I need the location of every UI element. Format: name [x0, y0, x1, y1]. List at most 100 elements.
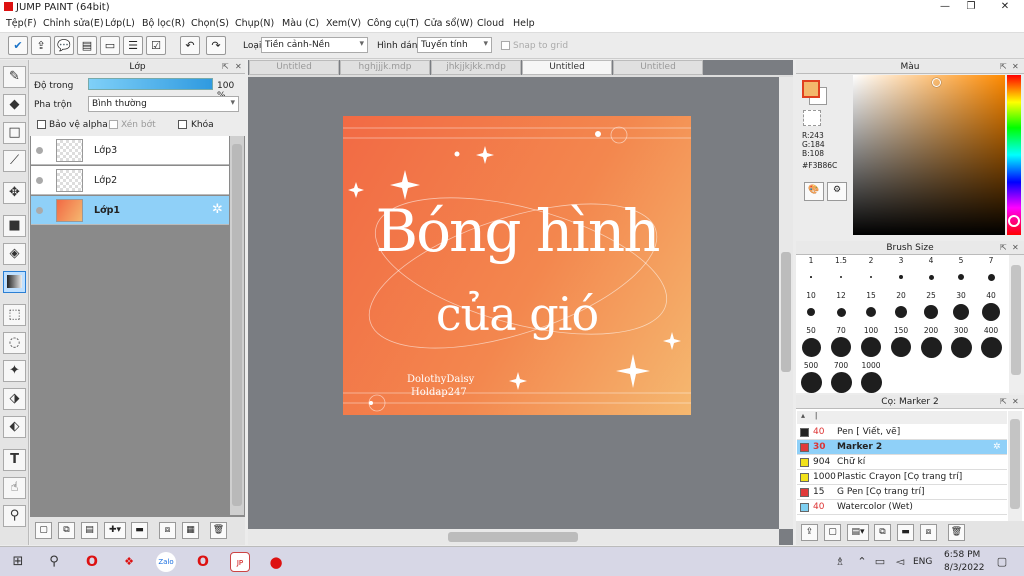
- undo-icon[interactable]: ↶: [180, 36, 200, 55]
- brush-size-grid[interactable]: 1 1.5 2 3 4 5 7 10 12 15 20 25 30 40 50 70 100 150 200 300 4…: [796, 255, 1008, 393]
- search-icon[interactable]: ⚲: [44, 552, 64, 572]
- folder-icon[interactable]: ▬: [131, 522, 148, 539]
- brush-size-dot[interactable]: [860, 371, 882, 393]
- brush-menu-icon[interactable]: ▤▾: [847, 524, 869, 541]
- lock-checkbox[interactable]: [178, 120, 187, 129]
- transparent-swatch[interactable]: [803, 110, 821, 126]
- tool-list-item[interactable]: 904 Chữ kí: [797, 455, 1007, 470]
- brush-size-dot[interactable]: [810, 276, 812, 278]
- hand-tool-icon[interactable]: ☝: [3, 477, 26, 499]
- eyedropper-tool-icon[interactable]: ⚲: [3, 505, 26, 527]
- tab-untitled-active[interactable]: Untitled: [522, 60, 612, 75]
- opera-gx-icon[interactable]: O: [193, 552, 213, 572]
- brush-size-dot[interactable]: [807, 308, 815, 316]
- record-icon[interactable]: ●: [266, 552, 286, 572]
- layer-row-selected[interactable]: Lớp1 ✲: [31, 196, 229, 225]
- brush-size-dot[interactable]: [869, 275, 873, 279]
- brush-size-dot[interactable]: [895, 306, 907, 318]
- new-brush-icon[interactable]: ▢: [824, 524, 841, 541]
- notification-icon[interactable]: ▢: [992, 552, 1012, 572]
- rectangle-tool-icon[interactable]: □: [3, 122, 26, 144]
- panel-close-icon[interactable]: ✕: [1012, 243, 1019, 252]
- tray-up-icon[interactable]: ⌃: [852, 552, 872, 572]
- panel-float-icon[interactable]: ⇱: [1000, 397, 1007, 406]
- menu-tools[interactable]: Công cụ(T): [367, 18, 419, 29]
- text-tool-icon[interactable]: T: [3, 449, 26, 471]
- tab-jhkjjkjkk[interactable]: jhkjjkjkk.mdp: [431, 60, 521, 75]
- brush-size-dot[interactable]: [982, 303, 1000, 321]
- canvas-area[interactable]: Untitled hghjjjk.mdp jhkjjkjkk.mdp Untit…: [248, 60, 793, 545]
- opera-icon[interactable]: O: [82, 552, 102, 572]
- brush-trash-icon[interactable]: 🗑: [948, 524, 965, 541]
- tab-untitled-1[interactable]: Untitled: [249, 60, 339, 75]
- brush-size-dot[interactable]: [866, 307, 876, 317]
- brush-size-dot[interactable]: [891, 337, 911, 357]
- layer-row[interactable]: Lớp3: [31, 136, 229, 165]
- brush-size-dot[interactable]: [958, 274, 964, 280]
- tool-list-scrollbar[interactable]: [1008, 411, 1022, 521]
- move-tool-icon[interactable]: ✥: [3, 182, 26, 204]
- language-indicator[interactable]: ENG: [913, 557, 932, 567]
- panel-float-icon[interactable]: ⇱: [1000, 62, 1007, 71]
- select-pen-tool-icon[interactable]: ⬗: [3, 388, 26, 410]
- brush-size-dot[interactable]: [928, 274, 934, 280]
- tool-list-item[interactable]: 1000 Plastic Crayon [Cọ trang trí]: [797, 470, 1007, 485]
- menu-cloud[interactable]: Cloud: [477, 18, 504, 29]
- brush-copy-icon[interactable]: ⧉: [874, 524, 891, 541]
- network-icon[interactable]: ▭: [870, 552, 890, 572]
- saturation-value-picker[interactable]: [853, 75, 1005, 235]
- brush-upload-icon[interactable]: ⇪: [801, 524, 818, 541]
- maximize-button[interactable]: ❐: [956, 1, 986, 15]
- visibility-icon[interactable]: [36, 207, 43, 214]
- people-icon[interactable]: ♗: [830, 552, 850, 572]
- bucket-tool-icon[interactable]: ◈: [3, 243, 26, 265]
- add-layer-menu-icon[interactable]: ✚▾: [104, 522, 126, 539]
- snap-checkbox[interactable]: [501, 41, 510, 50]
- brush-size-dot[interactable]: [800, 371, 822, 393]
- brush-size-dot[interactable]: [801, 337, 821, 357]
- lasso-tool-icon[interactable]: ◌: [3, 332, 26, 354]
- panel-close-icon[interactable]: ✕: [1012, 397, 1019, 406]
- app-icon[interactable]: ❖: [119, 552, 139, 572]
- menu-select[interactable]: Chọn(S): [191, 18, 229, 29]
- palette-settings-icon[interactable]: ⚙: [827, 182, 847, 201]
- tool-settings-gear-icon[interactable]: ✲: [993, 440, 1001, 454]
- select-eraser-tool-icon[interactable]: ⬖: [3, 416, 26, 438]
- brush-size-dot[interactable]: [987, 273, 995, 281]
- magic-wand-tool-icon[interactable]: ✦: [3, 360, 26, 382]
- menu-layer[interactable]: Lớp(L): [105, 18, 135, 29]
- brush-size-dot[interactable]: [953, 304, 969, 320]
- brush-duplicate-icon[interactable]: ⧈: [920, 524, 937, 541]
- brush-folder-icon[interactable]: ▬: [897, 524, 914, 541]
- type-select[interactable]: Tiền cảnh-Nền: [261, 37, 368, 53]
- shape-select[interactable]: Tuyến tính: [417, 37, 492, 53]
- page-icon[interactable]: ▭: [100, 36, 120, 55]
- color-picker-cursor[interactable]: [932, 78, 941, 87]
- canvas-horizontal-scrollbar[interactable]: [248, 529, 779, 545]
- menu-color[interactable]: Màu (C): [282, 18, 319, 29]
- visibility-icon[interactable]: [36, 177, 43, 184]
- menu-view[interactable]: Xem(V): [326, 18, 361, 29]
- line-tool-icon[interactable]: ⟋: [3, 150, 26, 172]
- menu-help[interactable]: Help: [513, 18, 535, 29]
- brush-size-dot[interactable]: [840, 276, 842, 278]
- brush-size-dot[interactable]: [950, 336, 972, 358]
- layer-row[interactable]: Lớp2: [31, 166, 229, 195]
- tab-hghjjjk[interactable]: hghjjjk.mdp: [340, 60, 430, 75]
- clip-checkbox[interactable]: [109, 120, 118, 129]
- visibility-icon[interactable]: [36, 147, 43, 154]
- mask-icon[interactable]: ▦: [182, 522, 199, 539]
- volume-icon[interactable]: ◅: [890, 552, 910, 572]
- sort-arrow-icon[interactable]: ▴: [801, 411, 805, 420]
- palette-icon[interactable]: 🎨: [804, 182, 824, 201]
- menu-filter[interactable]: Bộ lọc(R): [142, 18, 185, 29]
- export-icon[interactable]: ⇪: [31, 36, 51, 55]
- brush-size-dot[interactable]: [830, 371, 852, 393]
- eraser-tool-icon[interactable]: ◆: [3, 94, 26, 116]
- brush-size-dot[interactable]: [899, 275, 903, 279]
- check-icon[interactable]: ✔: [8, 36, 28, 55]
- redo-icon[interactable]: ↷: [206, 36, 226, 55]
- menu-edit[interactable]: Chỉnh sửa(E): [43, 18, 104, 29]
- fill-rect-tool-icon[interactable]: ■: [3, 215, 26, 237]
- trash-icon[interactable]: 🗑: [210, 522, 227, 539]
